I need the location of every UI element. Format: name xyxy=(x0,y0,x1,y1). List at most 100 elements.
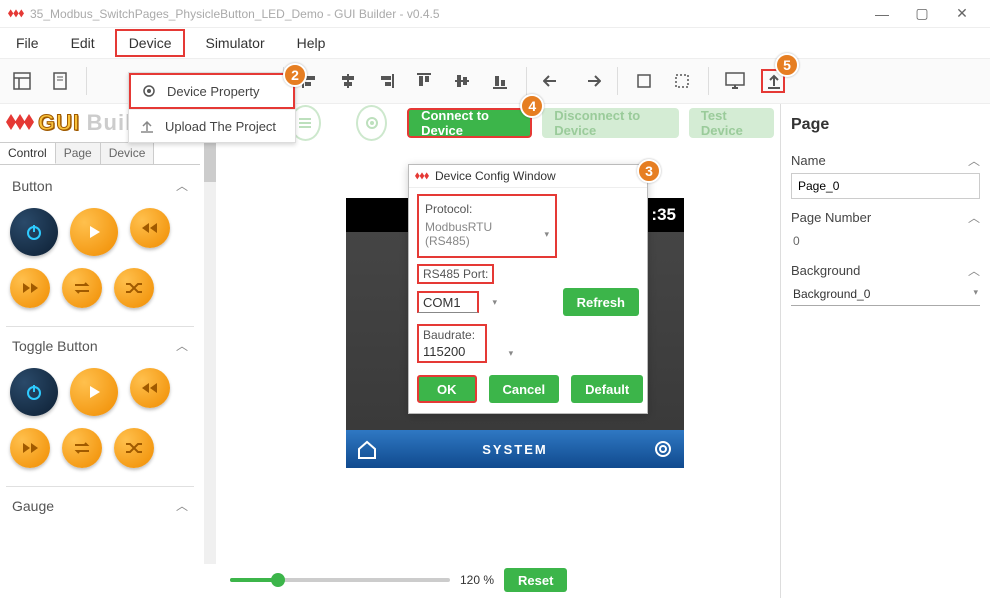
canvas[interactable]: :35 SYSTEM Device Config Window 3 Prot xyxy=(254,142,780,566)
minimize-button[interactable]: — xyxy=(862,6,902,22)
align-right-icon[interactable] xyxy=(374,69,398,93)
refresh-button[interactable]: Refresh xyxy=(563,288,639,316)
toolbar-sep xyxy=(86,67,87,95)
prop-number-header[interactable]: Page Number ︿ xyxy=(791,199,980,230)
maximize-button[interactable]: ▢ xyxy=(902,5,942,22)
preview-time: :35 xyxy=(651,205,676,225)
connect-label: Connect to Device xyxy=(421,108,518,138)
test-device-button[interactable]: Test Device xyxy=(689,108,774,138)
upload-icon[interactable]: 5 xyxy=(761,69,785,93)
section-toggle-label: Toggle Button xyxy=(12,338,98,354)
menu-edit[interactable]: Edit xyxy=(59,31,107,55)
forward-toggle-widget[interactable] xyxy=(10,428,50,468)
section-toggle-button[interactable]: Toggle Button ︿ xyxy=(6,329,194,362)
divider xyxy=(6,326,194,327)
app-logo-icon xyxy=(8,9,24,19)
section-gauge-label: Gauge xyxy=(12,498,54,514)
slider-thumb[interactable] xyxy=(271,573,285,587)
zoom-slider[interactable] xyxy=(230,578,450,582)
device-property-label: Device Property xyxy=(167,84,259,99)
baud-value[interactable]: 115200 xyxy=(423,344,481,359)
background-select[interactable]: Background_0 ▾ xyxy=(791,283,980,306)
default-button[interactable]: Default xyxy=(571,375,643,403)
cancel-button[interactable]: Cancel xyxy=(489,375,560,403)
select-solid-icon[interactable] xyxy=(632,69,656,93)
upload-project-label: Upload The Project xyxy=(165,119,276,134)
menu-help[interactable]: Help xyxy=(285,31,338,55)
document-icon[interactable] xyxy=(48,69,72,93)
protocol-select[interactable]: ModbusRTU (RS485)▾ xyxy=(423,218,551,254)
toggle-grid xyxy=(6,362,194,484)
rewind-button-widget[interactable] xyxy=(130,208,170,248)
toolbar-sep xyxy=(708,67,709,95)
zoom-reset-button[interactable]: Reset xyxy=(504,568,567,592)
layout-icon[interactable] xyxy=(10,69,34,93)
settings-icon xyxy=(652,438,674,460)
repeat-toggle-widget[interactable] xyxy=(62,428,102,468)
palette: Button ︿ Toggle Button ︿ xyxy=(0,165,200,598)
modal-titlebar: Device Config Window 3 xyxy=(409,165,647,188)
divider xyxy=(6,486,194,487)
power-toggle-widget[interactable] xyxy=(10,368,58,416)
undo-icon[interactable] xyxy=(541,69,565,93)
tab-page[interactable]: Page xyxy=(56,143,101,164)
prop-name-header[interactable]: Name ︿ xyxy=(791,142,980,173)
section-gauge[interactable]: Gauge ︿ xyxy=(6,489,194,522)
prop-bg-header[interactable]: Background ︿ xyxy=(791,252,980,283)
align-top-icon[interactable] xyxy=(412,69,436,93)
properties-panel: Page Name ︿ Page Number ︿ 0 Background ︿… xyxy=(780,104,990,598)
shuffle-button-widget[interactable] xyxy=(114,268,154,308)
play-button-widget[interactable] xyxy=(70,208,118,256)
chevron-up-icon: ︿ xyxy=(176,497,188,514)
page-name-input[interactable] xyxy=(791,173,980,199)
gear-round-button[interactable] xyxy=(356,105,387,141)
monitor-icon[interactable] xyxy=(723,69,747,93)
redo-icon[interactable] xyxy=(579,69,603,93)
rewind-toggle-widget[interactable] xyxy=(130,368,170,408)
titlebar: 35_Modbus_SwitchPages_PhysicleButton_LED… xyxy=(0,0,990,28)
button-grid xyxy=(6,202,194,324)
port-select[interactable]: COM1 xyxy=(417,291,479,313)
menu-device[interactable]: Device xyxy=(115,29,186,57)
tab-control[interactable]: Control xyxy=(0,143,56,164)
port-label: RS485 Port: xyxy=(423,267,488,281)
menu-simulator[interactable]: Simulator xyxy=(193,31,276,55)
callout-4: 4 xyxy=(520,94,544,118)
callout-5: 5 xyxy=(775,53,799,77)
menu-file[interactable]: File xyxy=(4,31,51,55)
gear-icon xyxy=(141,83,157,99)
align-middle-v-icon[interactable] xyxy=(450,69,474,93)
chevron-down-icon: ▾ xyxy=(544,229,549,240)
protocol-field: Protocol: ModbusRTU (RS485)▾ xyxy=(417,194,557,258)
ok-button[interactable]: OK xyxy=(417,375,477,403)
chevron-up-icon: ︿ xyxy=(968,152,980,169)
align-center-h-icon[interactable] xyxy=(336,69,360,93)
chevron-down-icon: ▾ xyxy=(509,348,514,358)
chevron-down-icon: ▾ xyxy=(973,287,978,301)
align-bottom-icon[interactable] xyxy=(488,69,512,93)
chevron-up-icon: ︿ xyxy=(968,262,980,279)
forward-button-widget[interactable] xyxy=(10,268,50,308)
menu-device-property[interactable]: Device Property 2 xyxy=(129,73,295,109)
repeat-button-widget[interactable] xyxy=(62,268,102,308)
tab-device[interactable]: Device xyxy=(101,143,155,164)
scroll-thumb[interactable] xyxy=(204,142,216,182)
menu-upload-project[interactable]: Upload The Project xyxy=(129,109,295,142)
section-button[interactable]: Button ︿ xyxy=(6,169,194,202)
home-icon xyxy=(356,438,378,460)
vertical-scrollbar[interactable] xyxy=(204,142,216,564)
zoom-percent: 120 % xyxy=(460,573,494,587)
shuffle-toggle-widget[interactable] xyxy=(114,428,154,468)
disconnect-button[interactable]: Disconnect to Device xyxy=(542,108,679,138)
brand-mark-icon xyxy=(6,114,34,132)
main: GUI Builder Control Page Device Button ︿… xyxy=(0,104,990,598)
close-button[interactable]: ✕ xyxy=(942,5,982,22)
power-button-widget[interactable] xyxy=(10,208,58,256)
select-dashed-icon[interactable] xyxy=(670,69,694,93)
preview-navbar: SYSTEM xyxy=(346,430,684,468)
app-logo-icon xyxy=(415,172,429,181)
chevron-down-icon: ▾ xyxy=(493,297,498,308)
connect-button[interactable]: Connect to Device 4 xyxy=(407,108,532,138)
play-toggle-widget[interactable] xyxy=(70,368,118,416)
port-label-box: RS485 Port: xyxy=(417,264,494,284)
